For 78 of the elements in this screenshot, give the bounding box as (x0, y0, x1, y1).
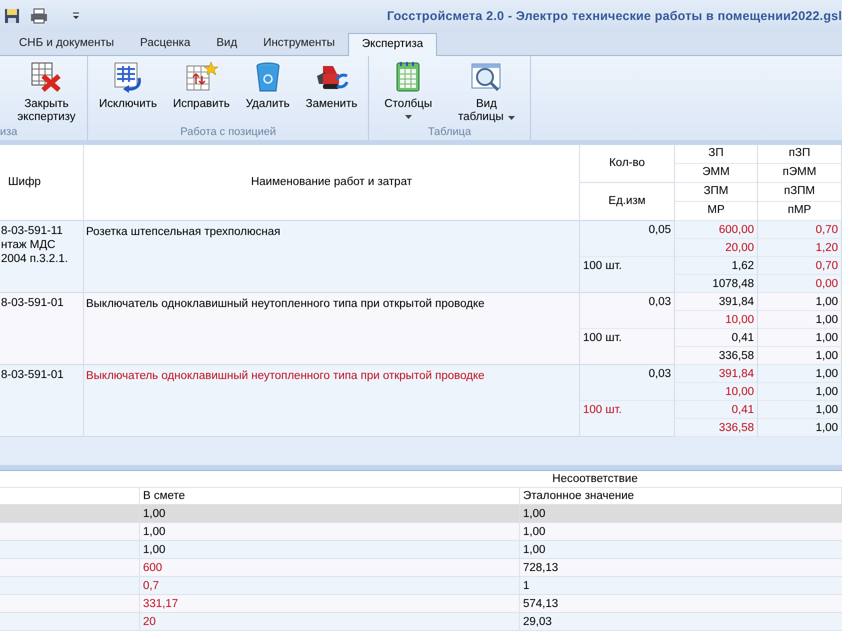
table-cell-text: 100 шт. (582, 331, 623, 346)
table-cell: 1,62 (675, 257, 757, 275)
column-header: Несоответствие (551, 472, 639, 487)
table-cell: 1,00 (758, 329, 841, 347)
code-text: 2004 п.3.2.1. (1, 252, 69, 266)
table-cell: 391,84 (675, 365, 757, 383)
dropdown-icon[interactable] (72, 12, 80, 20)
table-cell: 20,00 (675, 239, 757, 257)
work-name: Розетка штепсельная трехполюсная (86, 226, 280, 238)
ribbon-tab[interactable]: Экспертиза (348, 33, 438, 56)
table-cell: 1,00 (758, 293, 841, 311)
ribbon-tab[interactable]: Инструменты (250, 32, 348, 55)
table-cell: 0,70 (758, 221, 841, 239)
group-label: Работа с позицией (180, 125, 276, 140)
table-cell-text: 0,05 (648, 223, 672, 238)
table-cell-text: 1,00 (522, 525, 546, 540)
window-title: Госстройсмета 2.0 - Электро технические работы в помещении2022.gsl (386, 8, 842, 25)
code-text: нтаж МДС (1, 238, 56, 252)
table-cell: 0,41 (675, 401, 757, 419)
table-cell-text: 1,00 (522, 507, 546, 522)
code-text: 8-03-591-01 (1, 296, 65, 310)
ribbon-button[interactable]: Столбцы (379, 56, 438, 124)
table-cell: 1,00 (758, 311, 841, 329)
group-label: Таблица (428, 125, 472, 140)
code-text: 8-03-591-01 (1, 368, 65, 382)
ribbon-button[interactable]: Заменить (300, 56, 362, 124)
table-cell: 1,00 (758, 401, 841, 419)
mismatch-row[interactable]: 600 728,13 (0, 559, 842, 577)
group-label: иза (0, 125, 18, 140)
caret-icon (404, 115, 412, 119)
mismatch-row[interactable]: 20 29,03 (0, 613, 842, 631)
table-cell-text: 0,03 (648, 367, 672, 382)
table-cell-text: 29,03 (522, 615, 553, 630)
mismatch-row[interactable]: 1,00 1,00 (0, 523, 842, 541)
caret-icon (508, 116, 515, 120)
column-header: ЭММ (675, 164, 757, 183)
column-header: Ед.изм (607, 194, 647, 210)
column-header: пЭММ (758, 164, 841, 183)
table-cell-text: 100 шт. (582, 403, 623, 418)
column-header: пЗП (758, 145, 841, 164)
save-icon[interactable] (4, 8, 20, 24)
table-cell: 391,84 (675, 293, 757, 311)
table-cell: 1,00 (758, 383, 841, 401)
work-name: Выключатель одноклавишный неутопленного типа при открытой проводке (86, 298, 485, 310)
table-cell-text: 0,03 (648, 295, 672, 310)
table-delete-icon (29, 60, 64, 94)
table-cell-text: 728,13 (522, 561, 560, 576)
table-cell: 0,41 (675, 329, 757, 347)
mismatch-row[interactable]: 0,7 1 (0, 577, 842, 595)
mismatch-row[interactable]: 1,00 1,00 (0, 541, 842, 559)
mismatch-row[interactable]: 1,00 1,00 (0, 505, 842, 523)
table-cell-text: 100 шт. (582, 259, 623, 274)
work-name: Выключатель одноклавишный неутопленного типа при открытой проводке (86, 370, 485, 382)
table-cell: 600,00 (675, 221, 757, 239)
table-cell: 0,70 (758, 257, 841, 275)
table-cell: 10,00 (675, 383, 757, 401)
column-header: пЗПМ (758, 183, 841, 202)
table-cell-text: 574,13 (522, 597, 560, 612)
table-cell: 10,00 (675, 311, 757, 329)
column-header: Кол-во (580, 145, 674, 183)
mismatch-row[interactable]: 331,17 574,13 (0, 595, 842, 613)
column-header: ЗП (675, 145, 757, 164)
ribbon-tab[interactable]: Расценка (127, 32, 204, 55)
ribbon-button[interactable]: Исключить (94, 56, 162, 124)
table-cell: 1,20 (758, 239, 841, 257)
ribbon-button[interactable]: Закрыть экспертизу (12, 56, 81, 124)
ribbon-button[interactable]: Вид таблицы (453, 56, 520, 124)
table-cell-text: 1,00 (522, 543, 546, 558)
printer-icon[interactable] (30, 8, 48, 24)
table-cell: 1,00 (758, 365, 841, 383)
ribbon-button[interactable]: Исправить (168, 56, 235, 124)
ribbon-tab[interactable]: СНБ и документы (6, 32, 128, 55)
table-cell: 20 (140, 613, 520, 631)
ribbon-tab[interactable]: Вид (203, 32, 250, 55)
column-header: ЗПМ (675, 183, 757, 202)
table-cell-text: 1 (522, 579, 530, 594)
ribbon-button[interactable]: Удалить (240, 56, 295, 124)
code-text: 8-03-591-11 (1, 224, 64, 238)
